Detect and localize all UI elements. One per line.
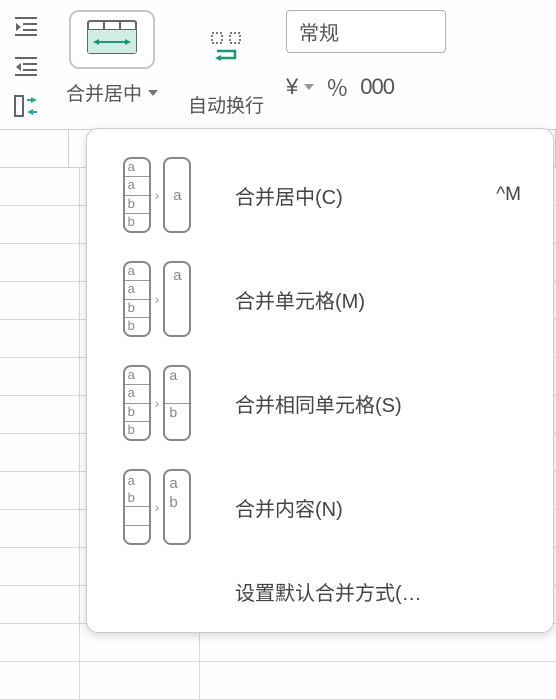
arrow-right-icon: ›: [155, 187, 160, 203]
menu-item-label: 合并相同单元格(S): [235, 389, 529, 418]
menu-item-label: 合并居中(C): [235, 181, 496, 210]
menu-merge-cells[interactable]: aabb › a 合并单元格(M): [87, 247, 553, 351]
menu-item-shortcut: ^M: [496, 184, 521, 206]
menu-merge-content[interactable]: ab › ab 合并内容(N): [87, 455, 553, 559]
merge-dropdown-trigger[interactable]: 合并居中: [66, 79, 158, 106]
wrap-text-icon: [207, 28, 245, 71]
increase-indent-icon[interactable]: [10, 52, 42, 80]
menu-merge-center[interactable]: aabb › a 合并居中(C) ^M: [87, 143, 553, 247]
wrap-text-button[interactable]: 自动换行: [188, 4, 264, 118]
text-direction-icon[interactable]: [10, 92, 42, 120]
comma-style-button[interactable]: 000: [360, 74, 394, 100]
menu-merge-same[interactable]: aabb › ab 合并相同单元格(S): [87, 351, 553, 455]
arrow-right-icon: ›: [155, 395, 160, 411]
merge-center-button[interactable]: 合并居中: [60, 4, 164, 108]
merge-cells-icon: aabb › a: [111, 261, 203, 337]
merge-center-icon: aabb › a: [111, 157, 203, 233]
col-header-h[interactable]: [0, 130, 69, 167]
arrow-right-icon: ›: [155, 499, 160, 515]
currency-button[interactable]: ¥: [286, 74, 298, 100]
chevron-down-icon: [304, 84, 314, 90]
wrap-text-label: 自动换行: [188, 91, 264, 118]
menu-default-settings[interactable]: 设置默认合并方式(…: [87, 559, 553, 618]
decrease-indent-icon[interactable]: [10, 12, 42, 40]
chevron-down-icon: [148, 90, 158, 96]
grid-row: [0, 662, 556, 700]
merge-dropdown-menu: aabb › a 合并居中(C) ^M aabb › a 合并单元格(M) aa…: [86, 128, 554, 633]
menu-item-label: 合并内容(N): [235, 493, 529, 522]
percent-button[interactable]: ％: [326, 71, 348, 103]
merge-same-icon: aabb › ab: [111, 365, 203, 441]
indent-icons-group: [0, 4, 52, 128]
merge-label: 合并居中: [66, 79, 142, 106]
merge-icon: [69, 10, 155, 69]
number-format-group: 常规 ¥ ％ 000: [286, 4, 556, 103]
menu-item-label: 合并单元格(M): [235, 285, 529, 314]
merge-content-icon: ab › ab: [111, 469, 203, 545]
number-format-select[interactable]: 常规: [286, 10, 446, 53]
arrow-right-icon: ›: [155, 291, 160, 307]
ribbon-toolbar: 合并居中 自动换行 常规 ¥ ％ 000: [0, 0, 556, 130]
